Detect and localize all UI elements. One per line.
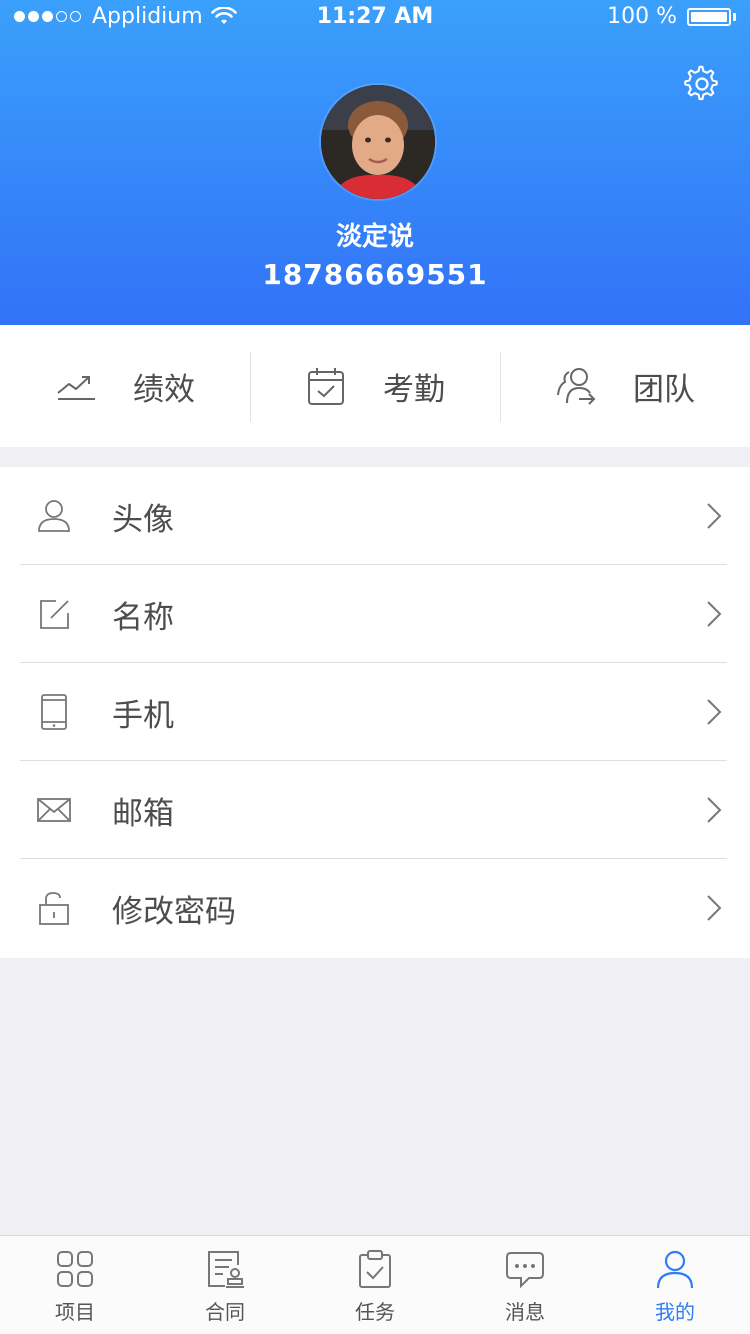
contract-icon [208,1251,244,1288]
settings-menu: 头像 名称 手机 邮箱 修改密码 [0,467,750,958]
quick-actions: 绩效 考勤 团队 [0,325,750,447]
tab-label: 合同 [205,1300,245,1324]
menu-item-change-password[interactable]: 修改密码 [0,859,750,957]
battery-percent: 100 % [607,4,677,29]
status-right: 100 % [607,4,736,29]
menu-item-email[interactable]: 邮箱 [0,761,750,859]
menu-item-phone[interactable]: 手机 [0,663,750,761]
profile-phone: 18786669551 [262,258,488,291]
menu-item-label: 手机 [112,697,174,734]
tab-label: 任务 [355,1300,395,1324]
phone-icon [41,694,67,730]
tab-contracts[interactable]: 合同 [150,1236,300,1334]
chevron-right-icon [707,699,722,725]
tab-bar: 项目 合同 任务 消息 我的 [0,1235,750,1334]
lock-icon [39,892,69,925]
chevron-right-icon [707,895,722,921]
tab-label: 我的 [655,1300,695,1324]
quick-action-label: 考勤 [383,371,445,408]
status-bar: Applidium 11:27 AM 100 % [0,0,750,36]
settings-button[interactable] [682,64,722,104]
quick-action-attendance[interactable]: 考勤 [250,325,500,447]
menu-item-label: 修改密码 [112,893,236,930]
grid-icon [57,1251,93,1287]
clipboard-icon [359,1250,391,1288]
avatar[interactable] [321,85,435,199]
quick-action-performance[interactable]: 绩效 [0,325,250,447]
quick-action-label: 绩效 [133,371,195,408]
battery-cap [733,12,736,21]
tab-messages[interactable]: 消息 [450,1236,600,1334]
avatar-photo [321,85,435,199]
chevron-right-icon [707,503,722,529]
calendar-check-icon [308,368,344,405]
user-icon [38,500,70,532]
quick-action-label: 团队 [633,371,695,408]
trend-chart-icon [57,376,95,400]
tab-me[interactable]: 我的 [600,1236,750,1334]
chat-icon [506,1252,544,1289]
menu-item-label: 邮箱 [112,795,174,832]
tab-label: 项目 [55,1300,95,1324]
profile-name: 淡定说 [335,222,414,252]
team-icon [557,368,596,405]
gear-icon [684,65,718,101]
profile-screen: Applidium 11:27 AM 100 % 淡定说 18786669551… [0,0,750,1334]
tab-tasks[interactable]: 任务 [300,1236,450,1334]
menu-item-name[interactable]: 名称 [0,565,750,663]
tab-label: 消息 [505,1300,545,1324]
chevron-right-icon [707,797,722,823]
quick-action-team[interactable]: 团队 [500,325,750,447]
profile-header: Applidium 11:27 AM 100 % 淡定说 18786669551 [0,0,750,325]
menu-item-label: 名称 [112,599,174,636]
battery-icon [687,7,731,26]
menu-item-label: 头像 [112,501,174,538]
person-icon [656,1250,694,1289]
chevron-right-icon [707,601,722,627]
mail-icon [37,798,71,822]
menu-item-avatar[interactable]: 头像 [0,467,750,565]
tab-projects[interactable]: 项目 [0,1236,150,1334]
edit-icon [40,600,69,629]
